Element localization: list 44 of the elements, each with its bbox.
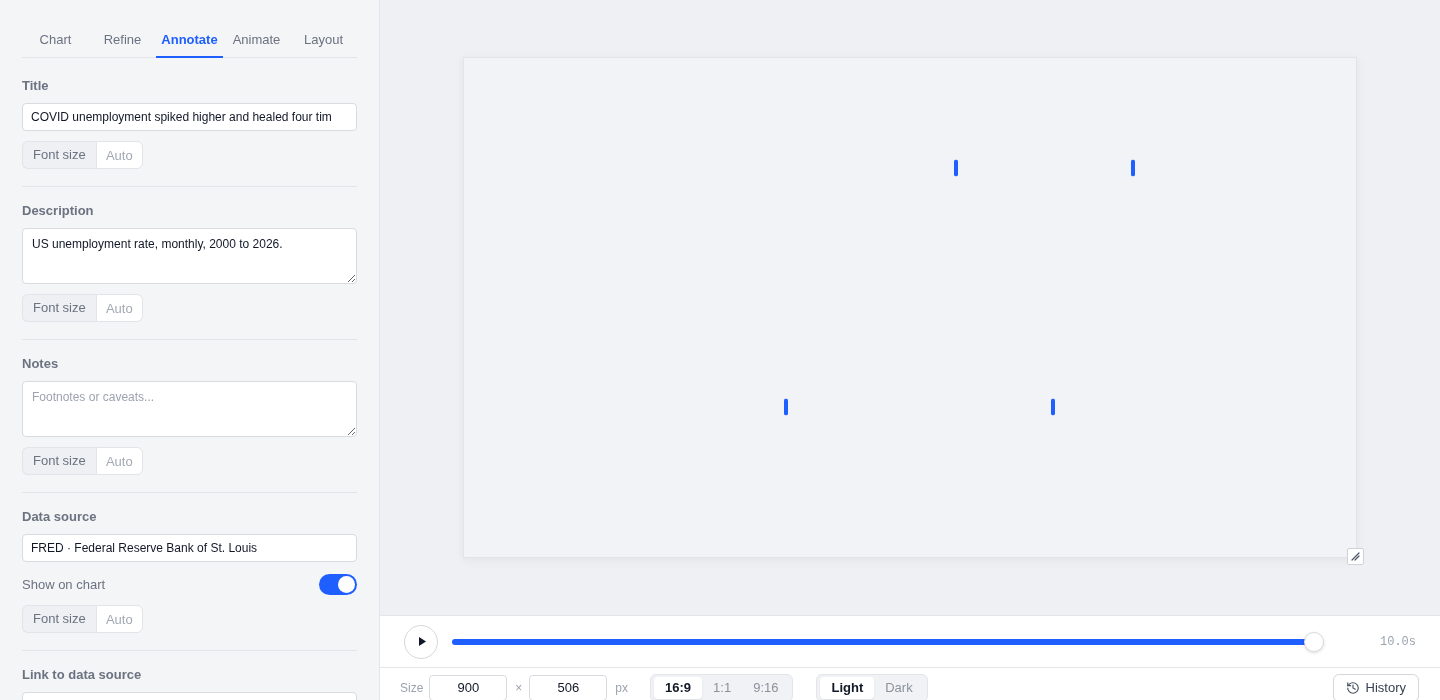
font-size-input[interactable]: Auto [95, 141, 143, 169]
caret-icon [1050, 398, 1055, 416]
toggle-switch[interactable] [319, 574, 357, 595]
field-label: Notes [22, 356, 60, 372]
field-label: Data source [22, 509, 98, 525]
timeline-track[interactable] [452, 631, 1324, 652]
text-input[interactable]: FRED · Federal Reserve Bank of St. Louis [22, 534, 357, 562]
history-button[interactable]: History [1332, 673, 1419, 700]
times-sign: × [515, 679, 523, 696]
font-size-label: Font size [22, 141, 96, 169]
font-size-label: Font size [22, 447, 96, 475]
theme-option[interactable]: Light [820, 676, 875, 699]
width-input[interactable]: 900 [429, 674, 508, 700]
tab[interactable]: Layout [290, 23, 357, 58]
aspect-ratio-option[interactable]: 16:9 [654, 676, 703, 699]
history-icon [1345, 680, 1360, 695]
tab[interactable]: Annotate [156, 23, 223, 58]
caret-icon [1131, 159, 1135, 177]
height-input[interactable]: 506 [529, 674, 608, 700]
resize-icon [1351, 552, 1360, 561]
text-area[interactable]: US unemployment rate, monthly, 2000 to 2026. [22, 228, 357, 284]
tab[interactable]: Chart [22, 23, 89, 58]
toggle-label: Show on chart [22, 577, 106, 592]
text-area[interactable]: Footnotes or caveats... [22, 381, 357, 437]
play-icon [418, 637, 426, 646]
duration-reading: 10.0s [1380, 634, 1416, 649]
timeline-thumb[interactable] [1304, 631, 1324, 652]
field-label: Title [22, 78, 50, 94]
unit-label: px [615, 679, 629, 696]
text-input[interactable]: COVID unemployment spiked higher and healed four tim [22, 103, 357, 131]
font-size-label: Font size [22, 294, 96, 322]
font-size-label: Font size [22, 605, 96, 633]
field-label: Link to data source [22, 667, 143, 683]
caret-icon [784, 398, 788, 416]
caret-icon [954, 159, 959, 177]
resize-handle[interactable] [1347, 548, 1364, 565]
field-label: Description [22, 203, 95, 219]
font-size-input[interactable]: Auto [95, 447, 143, 475]
font-size-input[interactable]: Auto [95, 294, 143, 322]
size-label: Size [400, 679, 424, 696]
tab[interactable]: Animate [223, 23, 290, 58]
tab[interactable]: Refine [89, 23, 156, 58]
font-size-input[interactable]: Auto [95, 605, 143, 633]
play-button[interactable] [404, 624, 438, 659]
